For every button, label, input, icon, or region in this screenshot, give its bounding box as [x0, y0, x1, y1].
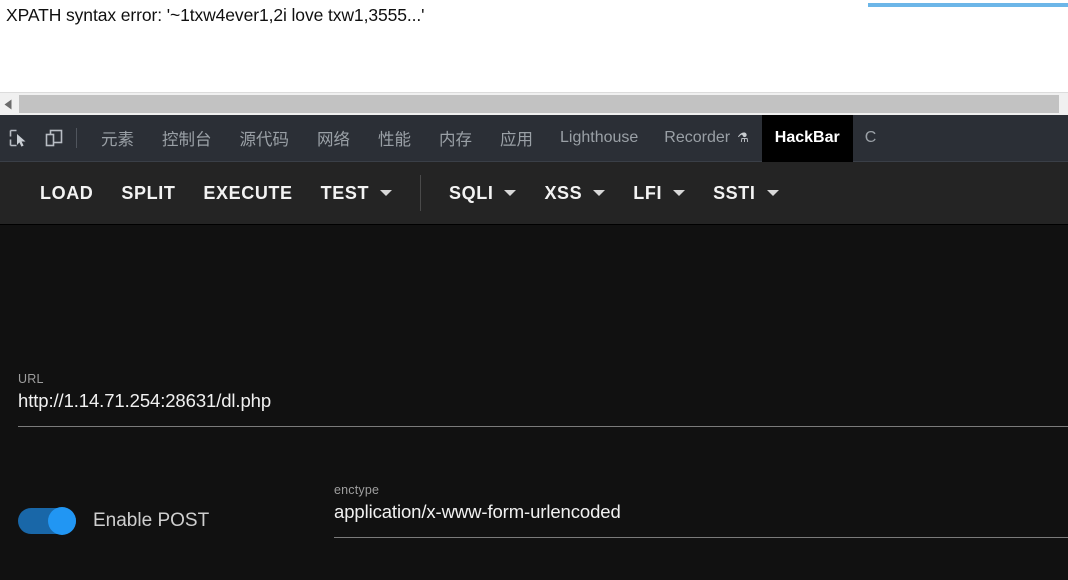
chevron-down-icon	[380, 190, 393, 196]
tab-application-label: 应用	[500, 131, 533, 149]
devtools-panel: 元素 控制台 源代码 网络 性能 内存 应用 Lighthouse Record…	[0, 115, 1068, 580]
hackbar-form-panel: URL http://1.14.71.254:28631/dl.php Enab…	[0, 225, 1068, 579]
toggle-track[interactable]	[18, 507, 76, 535]
tab-hackbar-label: HackBar	[774, 129, 840, 146]
tab-memory-label: 内存	[439, 131, 472, 149]
enctype-underline	[334, 537, 1068, 538]
tab-overflow[interactable]: C	[853, 129, 877, 147]
load-button-label: LOAD	[40, 182, 94, 203]
load-button[interactable]: LOAD	[26, 162, 107, 224]
tab-lighthouse-label: Lighthouse	[560, 129, 639, 146]
chevron-down-icon	[504, 190, 517, 196]
execute-button[interactable]: EXECUTE	[189, 162, 306, 224]
tab-console[interactable]: 控制台	[148, 115, 226, 162]
url-input[interactable]: http://1.14.71.254:28631/dl.php	[18, 390, 1068, 412]
tab-sources[interactable]: 源代码	[226, 115, 304, 162]
enctype-label: enctype	[334, 483, 380, 497]
devtools-tabbar: 元素 控制台 源代码 网络 性能 内存 应用 Lighthouse Record…	[0, 115, 1068, 162]
tab-network[interactable]: 网络	[303, 115, 364, 162]
enctype-input[interactable]: application/x-www-form-urlencoded	[334, 501, 1068, 523]
tab-network-label: 网络	[317, 131, 350, 149]
enable-post-toggle[interactable]: Enable POST	[18, 507, 210, 535]
execute-button-label: EXECUTE	[203, 182, 293, 203]
toggle-knob[interactable]	[48, 507, 76, 535]
post-row: Enable POST enctype application/x-www-fo…	[18, 483, 1068, 555]
blue-accent-bar	[868, 3, 1068, 7]
xss-menu-label: XSS	[544, 182, 583, 203]
browser-page-content: XPATH syntax error: '~1txw4ever1,2i love…	[0, 0, 1068, 92]
tab-sources-label: 源代码	[239, 131, 290, 149]
tab-memory[interactable]: 内存	[425, 115, 486, 162]
tab-elements[interactable]: 元素	[87, 115, 148, 162]
tab-recorder-label: Recorder	[664, 129, 731, 146]
sqli-menu-label: SQLI	[449, 182, 494, 203]
tab-console-label: 控制台	[162, 131, 212, 149]
clipped-page-text-value: "	[770, 70, 777, 77]
chevron-down-icon	[673, 190, 686, 196]
test-menu-label: TEST	[320, 182, 370, 203]
url-field-group: URL http://1.14.71.254:28631/dl.php	[18, 372, 1068, 427]
xpath-error-message: XPATH syntax error: '~1txw4ever1,2i love…	[6, 5, 425, 25]
tab-recorder[interactable]: Recorder ⚗	[651, 115, 761, 162]
tab-lighthouse[interactable]: Lighthouse	[547, 115, 651, 162]
clipped-page-text: "	[770, 70, 940, 92]
lfi-menu-label: LFI	[633, 182, 663, 203]
device-toolbar-icon[interactable]	[36, 115, 72, 162]
enctype-field-group: enctype application/x-www-form-urlencode…	[334, 483, 1068, 538]
tab-hackbar[interactable]: HackBar	[761, 115, 853, 162]
triangle-left-icon[interactable]	[0, 93, 17, 115]
tab-performance-label: 性能	[378, 131, 411, 149]
flask-icon: ⚗	[737, 130, 749, 145]
chevron-down-icon	[766, 190, 779, 196]
ssti-menu-label: SSTI	[713, 182, 756, 203]
inspect-element-icon[interactable]	[0, 115, 36, 162]
scrollbar-thumb[interactable]	[19, 95, 1059, 113]
xss-menu-button[interactable]: XSS	[530, 162, 619, 224]
split-button-label: SPLIT	[121, 182, 176, 203]
chevron-down-icon	[593, 190, 606, 196]
enable-post-label: Enable POST	[93, 510, 210, 531]
toolbar-divider	[420, 175, 422, 211]
url-underline	[18, 426, 1068, 427]
hackbar-toolbar: LOAD SPLIT EXECUTE TEST SQLI XSS LFI SST…	[0, 162, 1068, 225]
horizontal-scrollbar[interactable]	[0, 92, 1068, 115]
url-label: URL	[18, 372, 44, 386]
test-menu-button[interactable]: TEST	[307, 162, 406, 224]
split-button[interactable]: SPLIT	[107, 162, 189, 224]
tabbar-divider	[76, 128, 77, 148]
tab-performance[interactable]: 性能	[364, 115, 425, 162]
tab-elements-label: 元素	[101, 131, 134, 149]
tab-application[interactable]: 应用	[486, 115, 547, 162]
ssti-menu-button[interactable]: SSTI	[699, 162, 792, 224]
lfi-menu-button[interactable]: LFI	[619, 162, 699, 224]
sqli-menu-button[interactable]: SQLI	[435, 162, 530, 224]
